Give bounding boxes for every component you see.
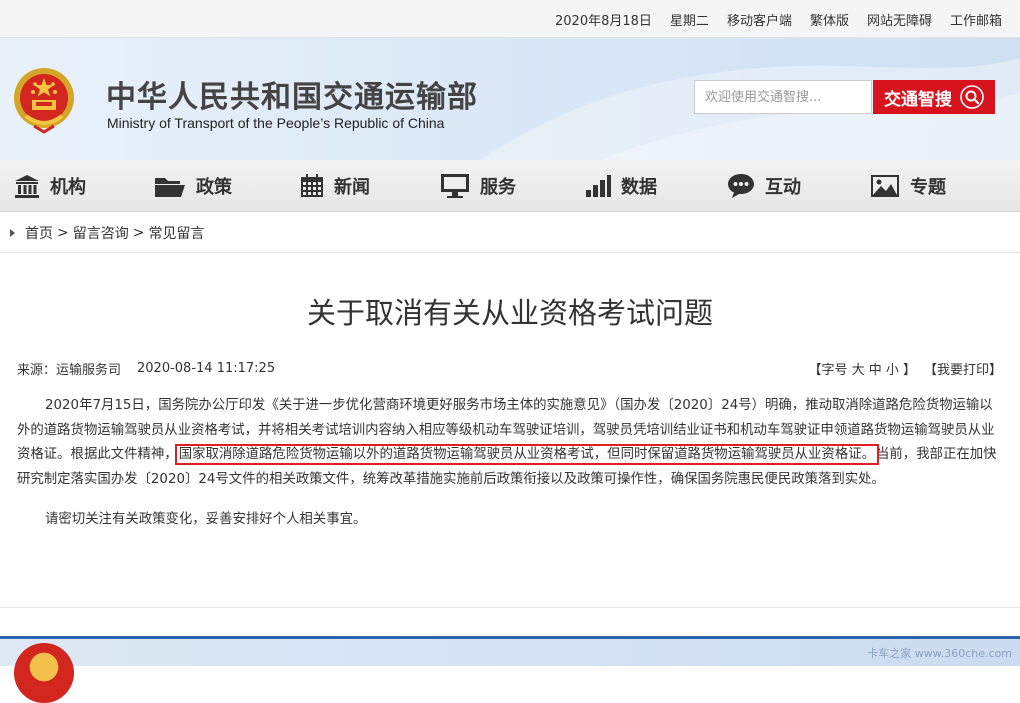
site-footer: 卡车之家 www.360che.com (0, 636, 1020, 703)
search-button[interactable]: 交通智搜 (873, 80, 995, 114)
font-size-controls[interactable]: 【字号 大 中 小 】 (808, 359, 916, 378)
image-icon (871, 175, 899, 197)
nav-item-data[interactable]: 数据 (585, 160, 657, 212)
breadcrumb-home-link[interactable]: 首页 (25, 223, 53, 243)
content-divider (0, 607, 1020, 608)
site-title-chinese[interactable]: 中华人民共和国交通运输部 (106, 72, 478, 116)
site-search-input[interactable] (694, 80, 872, 114)
nav-item-organization[interactable]: 机构 (14, 160, 86, 212)
footer-emblem-icon (14, 643, 74, 703)
article-tools: 【字号 大 中 小 】 【我要打印】 (808, 359, 1002, 378)
folder-icon (155, 178, 185, 197)
top-utility-bar: 2020年8月18日 星期二 移动客户端 繁体版 网站无障碍 工作邮箱 (0, 0, 1020, 38)
current-date: 2020年8月18日 (555, 13, 652, 29)
article-paragraph: 请密切关注有关政策变化，妥善安排好个人相关事宜。 (45, 512, 367, 527)
breadcrumb-separator: > (57, 224, 69, 241)
accessibility-link[interactable]: 网站无障碍 (867, 10, 932, 29)
nav-label-policy: 政策 (196, 177, 232, 198)
article-paragraph: 2020年7月15日，国务院办公厅印发《关于进一步优化营商环境更好服务市场主体的… (17, 394, 1005, 492)
search-icon (960, 85, 984, 109)
article-title: 关于取消有关从业资格考试问题 (306, 296, 713, 330)
national-emblem-icon[interactable] (12, 66, 76, 134)
nav-item-service[interactable]: 服务 (440, 160, 516, 212)
current-weekday: 星期二 (669, 13, 709, 29)
article-body: 2020年7月15日，国务院办公厅印发《关于进一步优化营商环境更好服务市场主体的… (17, 394, 1005, 533)
monitor-icon (441, 174, 469, 198)
breadcrumb: 首页 > 留言咨询 > 常见留言 (0, 213, 1020, 253)
top-links: 2020年8月18日 星期二 移动客户端 繁体版 网站无障碍 工作邮箱 (555, 0, 1002, 38)
nav-label-data: 数据 (621, 177, 657, 198)
breadcrumb-arrow-icon (10, 228, 15, 237)
search-button-label: 交通智搜 (884, 89, 952, 110)
nav-label-news: 新闻 (334, 177, 370, 198)
site-header: 中华人民共和国交通运输部 Ministry of Transport of th… (0, 38, 1020, 160)
work-email-link[interactable]: 工作邮箱 (950, 10, 1002, 29)
breadcrumb-separator: > (132, 224, 145, 241)
chat-icon (728, 174, 754, 198)
nav-label-interaction: 互动 (765, 177, 801, 198)
mobile-client-link[interactable]: 移动客户端 (727, 10, 792, 29)
nav-label-service: 服务 (480, 177, 516, 198)
bar-chart-icon (586, 175, 611, 197)
watermark: 卡车之家 www.360che.com (867, 647, 1012, 660)
breadcrumb-current-link[interactable]: 常见留言 (148, 223, 204, 243)
article-datetime: 2020-08-14 11:17:25 (137, 360, 276, 376)
nav-item-topics[interactable]: 专题 (870, 160, 946, 212)
article-meta: 来源：运输服务司 2020-08-14 11:17:25 【字号 大 中 小 】… (17, 357, 1002, 379)
article-source: 来源：运输服务司 (17, 362, 122, 378)
print-link[interactable]: 【我要打印】 (924, 359, 1002, 378)
building-icon (15, 175, 39, 198)
nav-item-policy[interactable]: 政策 (154, 160, 232, 212)
nav-item-news[interactable]: 新闻 (300, 160, 370, 212)
nav-label-organization: 机构 (50, 177, 86, 198)
highlighted-text: 国家取消除道路危险货物运输以外的道路货物运输驾驶员从业资格考试，但同时保留道路货… (174, 444, 880, 465)
calendar-icon (301, 174, 323, 197)
main-navigation: 机构 政策 新闻 服务 数据 互动 专题 (0, 160, 1020, 212)
breadcrumb-section-link[interactable]: 留言咨询 (73, 223, 129, 243)
site-title-english[interactable]: Ministry of Transport of the People’s Re… (107, 115, 444, 131)
nav-label-topics: 专题 (910, 177, 946, 198)
traditional-chinese-link[interactable]: 繁体版 (810, 10, 849, 29)
nav-item-interaction[interactable]: 互动 (727, 160, 801, 212)
